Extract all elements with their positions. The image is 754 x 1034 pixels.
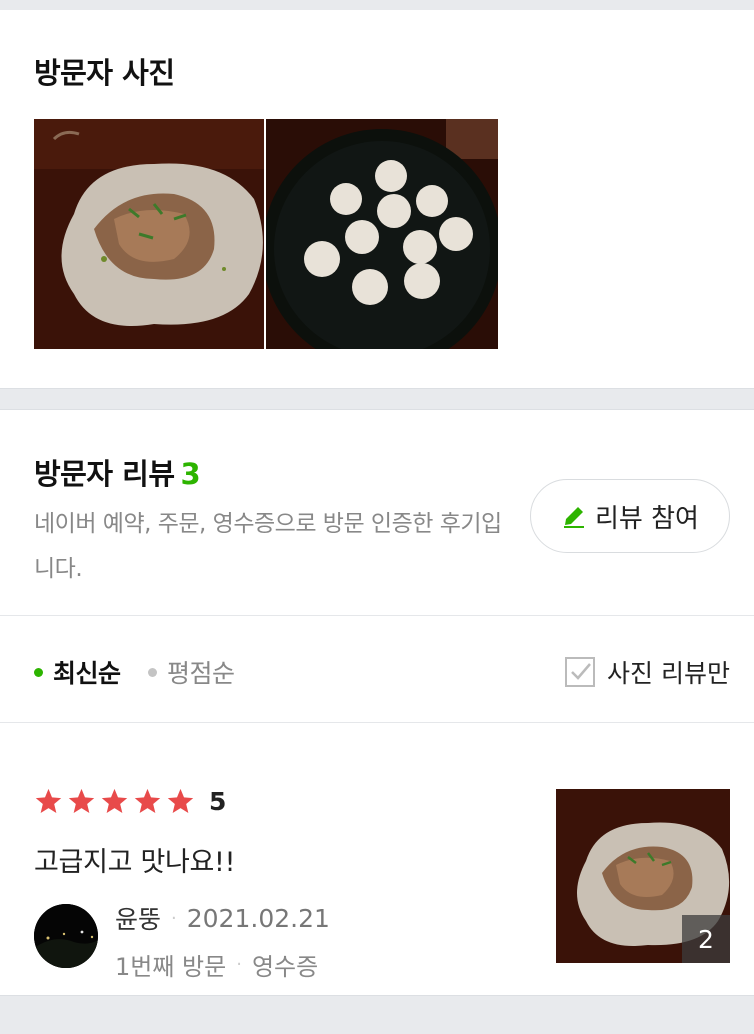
section-divider: [0, 388, 754, 410]
photo-review-only-toggle[interactable]: 사진 리뷰만: [565, 654, 730, 690]
sort-rating-label: 평점순: [167, 659, 235, 688]
sort-latest[interactable]: 최신순: [34, 654, 121, 690]
review-text[interactable]: 고급지고 맛나요!!: [34, 840, 235, 879]
bottom-divider: [0, 995, 754, 1034]
visitor-reviews-title: 방문자 리뷰 3: [34, 451, 201, 493]
star-icon: [134, 788, 161, 813]
review-visit-line: 1번째 방문 · 영수증: [115, 947, 318, 982]
star-icon: [68, 788, 95, 813]
star-icon: [167, 788, 194, 813]
reviews-title-text: 방문자 리뷰: [34, 457, 175, 491]
photo-count-badge: 2: [682, 915, 730, 963]
visit-proof: 영수증: [251, 953, 319, 981]
rating-value: 5: [209, 787, 227, 816]
visit-count: 1번째 방문: [115, 953, 227, 981]
visitor-photo-pan[interactable]: [266, 119, 498, 349]
review-item: 5 고급지고 맛나요!! 윤뚱 · 2021.02.21 1번째 방문 · 영수…: [0, 723, 754, 995]
review-author-line: 윤뚱 · 2021.02.21: [115, 900, 330, 936]
review-sort-bar: 최신순 평점순 사진 리뷰만: [0, 616, 754, 723]
star-icon: [101, 788, 128, 813]
pencil-icon: [561, 503, 587, 529]
review-count: 3: [180, 457, 201, 491]
photo-only-label: 사진 리뷰만: [607, 659, 730, 688]
photo-grid: [34, 119, 498, 349]
review-join-label: 리뷰 참여: [595, 503, 699, 534]
visitor-photo-plate[interactable]: [34, 119, 264, 349]
visitor-photos-section: 방문자 사진: [0, 10, 754, 388]
top-divider: [0, 0, 754, 10]
author-name[interactable]: 윤뚱: [115, 900, 161, 936]
separator-dot: ·: [171, 907, 177, 929]
checkbox-icon[interactable]: [565, 657, 596, 687]
sort-rating[interactable]: 평점순: [148, 654, 235, 690]
star-rating: 5: [34, 787, 226, 816]
active-dot-icon: [34, 667, 43, 677]
review-photo-thumbnail[interactable]: 2: [556, 789, 730, 963]
sort-latest-label: 최신순: [53, 659, 121, 688]
separator-dot: ·: [236, 954, 242, 975]
visitor-reviews-header: 방문자 리뷰 3 네이버 예약, 주문, 영수증으로 방문 인증한 후기입니다. …: [0, 410, 754, 616]
inactive-dot-icon: [148, 667, 157, 677]
review-date: 2021.02.21: [186, 903, 330, 933]
review-join-button[interactable]: 리뷰 참여: [530, 479, 730, 553]
visitor-photos-title: 방문자 사진: [34, 56, 175, 90]
reviews-description: 네이버 예약, 주문, 영수증으로 방문 인증한 후기입니다.: [34, 511, 502, 582]
star-icon: [35, 788, 62, 813]
avatar[interactable]: [34, 904, 98, 968]
